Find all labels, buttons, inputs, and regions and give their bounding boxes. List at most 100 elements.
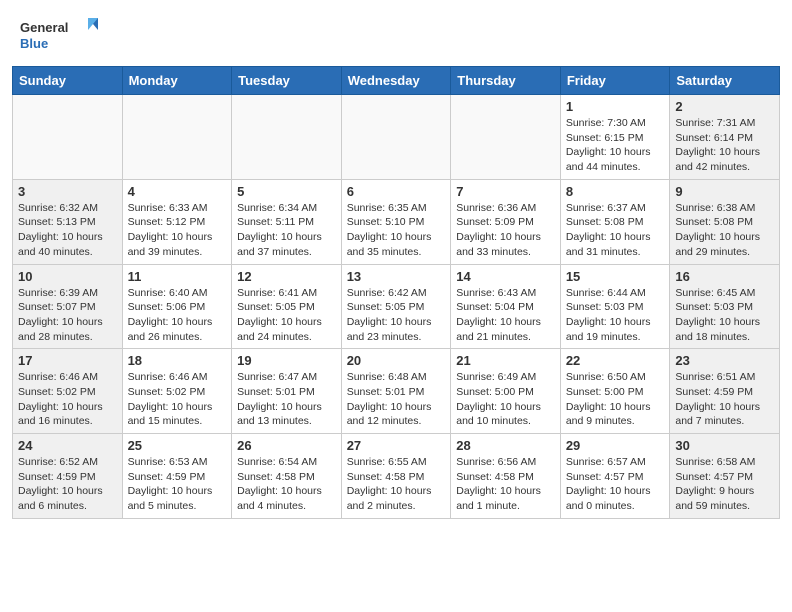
calendar-cell: 29 Sunrise: 6:57 AM Sunset: 4:57 PM Dayli… — [560, 434, 670, 519]
day-number: 26 — [237, 438, 336, 453]
calendar-cell: 27 Sunrise: 6:55 AM Sunset: 4:58 PM Dayli… — [341, 434, 451, 519]
calendar-cell: 3 Sunrise: 6:32 AM Sunset: 5:13 PM Daylig… — [13, 179, 123, 264]
day-number: 15 — [566, 269, 665, 284]
calendar-cell: 25 Sunrise: 6:53 AM Sunset: 4:59 PM Dayli… — [122, 434, 232, 519]
day-number: 11 — [128, 269, 227, 284]
calendar-cell: 22 Sunrise: 6:50 AM Sunset: 5:00 PM Dayli… — [560, 349, 670, 434]
day-number: 8 — [566, 184, 665, 199]
day-number: 10 — [18, 269, 117, 284]
calendar-cell — [341, 95, 451, 180]
day-info: Sunrise: 6:38 AM Sunset: 5:08 PM Dayligh… — [675, 201, 774, 260]
day-number: 25 — [128, 438, 227, 453]
calendar-cell: 13 Sunrise: 6:42 AM Sunset: 5:05 PM Dayli… — [341, 264, 451, 349]
calendar-cell: 7 Sunrise: 6:36 AM Sunset: 5:09 PM Daylig… — [451, 179, 561, 264]
day-number: 2 — [675, 99, 774, 114]
day-number: 22 — [566, 353, 665, 368]
calendar-cell: 19 Sunrise: 6:47 AM Sunset: 5:01 PM Dayli… — [232, 349, 342, 434]
day-info: Sunrise: 6:58 AM Sunset: 4:57 PM Dayligh… — [675, 455, 774, 514]
calendar-cell: 6Sunrise: 6:35 AM Sunset: 5:10 PM Daylig… — [341, 179, 451, 264]
weekday-header-thursday: Thursday — [451, 67, 561, 95]
day-info: Sunrise: 6:44 AM Sunset: 5:03 PM Dayligh… — [566, 286, 665, 345]
calendar-cell — [451, 95, 561, 180]
day-number: 24 — [18, 438, 117, 453]
header: General Blue — [0, 0, 792, 66]
day-info: Sunrise: 6:35 AM Sunset: 5:10 PM Dayligh… — [347, 201, 446, 260]
day-info: Sunrise: 6:37 AM Sunset: 5:08 PM Dayligh… — [566, 201, 665, 260]
calendar-cell: 11 Sunrise: 6:40 AM Sunset: 5:06 PM Dayli… — [122, 264, 232, 349]
calendar-cell: 14 Sunrise: 6:43 AM Sunset: 5:04 PM Dayli… — [451, 264, 561, 349]
calendar-week-1: 3 Sunrise: 6:32 AM Sunset: 5:13 PM Daylig… — [13, 179, 780, 264]
day-number: 21 — [456, 353, 555, 368]
calendar-table: SundayMondayTuesdayWednesdayThursdayFrid… — [12, 66, 780, 519]
weekday-header-sunday: Sunday — [13, 67, 123, 95]
calendar-cell: 15 Sunrise: 6:44 AM Sunset: 5:03 PM Dayli… — [560, 264, 670, 349]
day-info: Sunrise: 6:33 AM Sunset: 5:12 PM Dayligh… — [128, 201, 227, 260]
day-info: Sunrise: 6:48 AM Sunset: 5:01 PM Dayligh… — [347, 370, 446, 429]
day-info: Sunrise: 7:30 AM Sunset: 6:15 PM Dayligh… — [566, 116, 665, 175]
calendar-cell: 18Sunrise: 6:46 AM Sunset: 5:02 PM Dayli… — [122, 349, 232, 434]
day-number: 4 — [128, 184, 227, 199]
calendar-cell: 2 Sunrise: 7:31 AM Sunset: 6:14 PM Daylig… — [670, 95, 780, 180]
day-info: Sunrise: 6:53 AM Sunset: 4:59 PM Dayligh… — [128, 455, 227, 514]
day-number: 29 — [566, 438, 665, 453]
day-number: 14 — [456, 269, 555, 284]
day-number: 27 — [347, 438, 446, 453]
day-info: Sunrise: 7:31 AM Sunset: 6:14 PM Dayligh… — [675, 116, 774, 175]
calendar-cell: 16 Sunrise: 6:45 AM Sunset: 5:03 PM Dayli… — [670, 264, 780, 349]
calendar-cell: 26 Sunrise: 6:54 AM Sunset: 4:58 PM Dayli… — [232, 434, 342, 519]
calendar-cell — [232, 95, 342, 180]
calendar-cell: 24 Sunrise: 6:52 AM Sunset: 4:59 PM Dayli… — [13, 434, 123, 519]
day-number: 16 — [675, 269, 774, 284]
calendar-cell: 30 Sunrise: 6:58 AM Sunset: 4:57 PM Dayli… — [670, 434, 780, 519]
calendar-cell: 17Sunrise: 6:46 AM Sunset: 5:02 PM Dayli… — [13, 349, 123, 434]
weekday-header-saturday: Saturday — [670, 67, 780, 95]
calendar-cell: 28Sunrise: 6:56 AM Sunset: 4:58 PM Dayli… — [451, 434, 561, 519]
calendar-week-2: 10Sunrise: 6:39 AM Sunset: 5:07 PM Dayli… — [13, 264, 780, 349]
day-info: Sunrise: 6:55 AM Sunset: 4:58 PM Dayligh… — [347, 455, 446, 514]
day-number: 3 — [18, 184, 117, 199]
day-info: Sunrise: 6:46 AM Sunset: 5:02 PM Dayligh… — [128, 370, 227, 429]
calendar-cell: 20 Sunrise: 6:48 AM Sunset: 5:01 PM Dayli… — [341, 349, 451, 434]
calendar-week-3: 17Sunrise: 6:46 AM Sunset: 5:02 PM Dayli… — [13, 349, 780, 434]
day-number: 13 — [347, 269, 446, 284]
weekday-header-monday: Monday — [122, 67, 232, 95]
day-number: 20 — [347, 353, 446, 368]
day-info: Sunrise: 6:40 AM Sunset: 5:06 PM Dayligh… — [128, 286, 227, 345]
day-info: Sunrise: 6:36 AM Sunset: 5:09 PM Dayligh… — [456, 201, 555, 260]
calendar-cell — [122, 95, 232, 180]
day-number: 12 — [237, 269, 336, 284]
day-info: Sunrise: 6:34 AM Sunset: 5:11 PM Dayligh… — [237, 201, 336, 260]
calendar-cell: 8 Sunrise: 6:37 AM Sunset: 5:08 PM Daylig… — [560, 179, 670, 264]
logo-svg: General Blue — [20, 16, 100, 56]
day-info: Sunrise: 6:49 AM Sunset: 5:00 PM Dayligh… — [456, 370, 555, 429]
calendar-cell — [13, 95, 123, 180]
day-info: Sunrise: 6:54 AM Sunset: 4:58 PM Dayligh… — [237, 455, 336, 514]
day-info: Sunrise: 6:45 AM Sunset: 5:03 PM Dayligh… — [675, 286, 774, 345]
day-info: Sunrise: 6:43 AM Sunset: 5:04 PM Dayligh… — [456, 286, 555, 345]
day-info: Sunrise: 6:47 AM Sunset: 5:01 PM Dayligh… — [237, 370, 336, 429]
day-info: Sunrise: 6:42 AM Sunset: 5:05 PM Dayligh… — [347, 286, 446, 345]
calendar-cell: 4 Sunrise: 6:33 AM Sunset: 5:12 PM Daylig… — [122, 179, 232, 264]
day-number: 30 — [675, 438, 774, 453]
svg-text:Blue: Blue — [20, 36, 48, 51]
calendar-cell: 21 Sunrise: 6:49 AM Sunset: 5:00 PM Dayli… — [451, 349, 561, 434]
weekday-header-friday: Friday — [560, 67, 670, 95]
calendar-cell: 5Sunrise: 6:34 AM Sunset: 5:11 PM Daylig… — [232, 179, 342, 264]
day-number: 7 — [456, 184, 555, 199]
weekday-header-wednesday: Wednesday — [341, 67, 451, 95]
day-info: Sunrise: 6:46 AM Sunset: 5:02 PM Dayligh… — [18, 370, 117, 429]
day-info: Sunrise: 6:51 AM Sunset: 4:59 PM Dayligh… — [675, 370, 774, 429]
svg-text:General: General — [20, 20, 68, 35]
weekday-header-tuesday: Tuesday — [232, 67, 342, 95]
day-info: Sunrise: 6:50 AM Sunset: 5:00 PM Dayligh… — [566, 370, 665, 429]
day-info: Sunrise: 6:57 AM Sunset: 4:57 PM Dayligh… — [566, 455, 665, 514]
day-info: Sunrise: 6:41 AM Sunset: 5:05 PM Dayligh… — [237, 286, 336, 345]
day-info: Sunrise: 6:32 AM Sunset: 5:13 PM Dayligh… — [18, 201, 117, 260]
calendar-wrapper: SundayMondayTuesdayWednesdayThursdayFrid… — [0, 66, 792, 531]
day-number: 19 — [237, 353, 336, 368]
calendar-header: SundayMondayTuesdayWednesdayThursdayFrid… — [13, 67, 780, 95]
day-info: Sunrise: 6:56 AM Sunset: 4:58 PM Dayligh… — [456, 455, 555, 514]
calendar-cell: 12 Sunrise: 6:41 AM Sunset: 5:05 PM Dayli… — [232, 264, 342, 349]
day-info: Sunrise: 6:52 AM Sunset: 4:59 PM Dayligh… — [18, 455, 117, 514]
calendar-cell: 23Sunrise: 6:51 AM Sunset: 4:59 PM Dayli… — [670, 349, 780, 434]
